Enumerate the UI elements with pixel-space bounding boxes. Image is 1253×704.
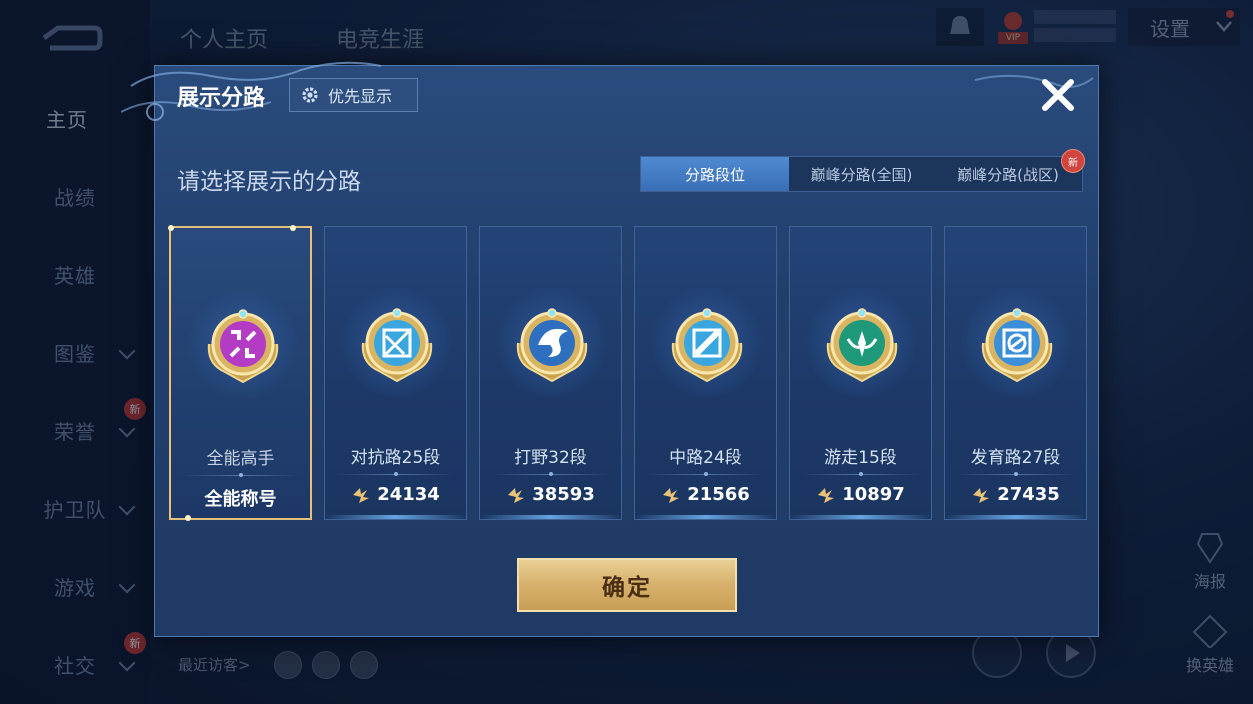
divider bbox=[183, 473, 298, 477]
corner-sparkle bbox=[168, 225, 174, 231]
roam-emblem-icon bbox=[806, 287, 917, 398]
lane-card-value: 10897 bbox=[790, 484, 931, 505]
divider bbox=[492, 472, 609, 476]
divider bbox=[337, 472, 454, 476]
lane-card-title: 全能高手 bbox=[206, 449, 275, 469]
lane-card-title: 发育路27段 bbox=[970, 448, 1061, 468]
combat-power-icon bbox=[508, 487, 525, 503]
lane-card-title: 游走15段 bbox=[824, 448, 897, 468]
lane-card-value-text: 10897 bbox=[842, 484, 905, 505]
divider bbox=[957, 472, 1074, 476]
lane-card-value-text: 38593 bbox=[532, 484, 595, 505]
lane-card-value-text: 27435 bbox=[997, 484, 1060, 505]
lane-display-dialog: 展示分路 优先显示 请选择展示的分路 分路段位 巅峰分路(全国) 巅峰分路(战区… bbox=[121, 61, 1099, 637]
corner-sparkle bbox=[185, 515, 191, 521]
card-glow bbox=[480, 515, 621, 519]
lane-card[interactable]: 中路24段 21566 bbox=[634, 226, 777, 520]
tab-peak-national[interactable]: 巅峰分路(全国) bbox=[789, 157, 934, 191]
card-glow bbox=[635, 515, 776, 519]
tab-lane-rank[interactable]: 分路段位 bbox=[641, 157, 789, 191]
confirm-button[interactable]: 确定 bbox=[517, 558, 737, 612]
cloud-swirl-decoration bbox=[975, 74, 1094, 88]
farm-lane-emblem-icon bbox=[961, 287, 1072, 398]
corner-sparkle bbox=[290, 225, 296, 231]
lane-card-value: 全能称号 bbox=[171, 485, 310, 511]
new-badge: 新 bbox=[1061, 149, 1085, 173]
divider bbox=[647, 472, 764, 476]
lane-card[interactable]: 发育路27段 27435 bbox=[944, 226, 1087, 520]
dialog-title: 展示分路 bbox=[177, 86, 266, 111]
priority-display-button[interactable]: 优先显示 bbox=[289, 78, 418, 112]
lane-card-value: 27435 bbox=[945, 484, 1086, 505]
lane-card-value: 38593 bbox=[480, 484, 621, 505]
combat-power-icon bbox=[353, 487, 370, 503]
lane-card-title: 打野32段 bbox=[514, 448, 587, 468]
lane-card[interactable]: 游走15段 10897 bbox=[789, 226, 932, 520]
jungle-emblem-icon bbox=[496, 287, 607, 398]
clash-lane-emblem-icon bbox=[341, 287, 452, 398]
lane-card-value: 21566 bbox=[635, 484, 776, 505]
close-icon[interactable] bbox=[1039, 76, 1077, 114]
lane-card-value-text: 24134 bbox=[377, 484, 440, 505]
gear-icon bbox=[302, 87, 318, 103]
combat-power-icon bbox=[663, 487, 680, 503]
lane-card[interactable]: 打野32段 38593 bbox=[479, 226, 622, 520]
card-glow bbox=[945, 515, 1086, 519]
all-round-emblem-icon bbox=[187, 288, 298, 399]
divider bbox=[802, 472, 919, 476]
lane-card-value-text: 21566 bbox=[687, 484, 750, 505]
lane-card-title: 中路24段 bbox=[669, 448, 742, 468]
lane-card[interactable]: 对抗路25段 24134 bbox=[324, 226, 467, 520]
lane-card-list: 全能高手 全能称号 对抗路25段 24134 打野32段 38593 中路24段 21566 游… bbox=[168, 225, 1087, 521]
mid-lane-emblem-icon bbox=[651, 287, 762, 398]
priority-display-label: 优先显示 bbox=[328, 87, 393, 106]
card-glow bbox=[790, 515, 931, 519]
lane-tab-group: 分路段位 巅峰分路(全国) 巅峰分路(战区) 新 bbox=[640, 149, 1085, 192]
lane-card-value: 24134 bbox=[325, 484, 466, 505]
card-glow bbox=[325, 515, 466, 519]
lane-card-value-text: 全能称号 bbox=[204, 489, 277, 510]
lane-card[interactable]: 全能高手 全能称号 bbox=[168, 225, 312, 521]
tab-peak-region[interactable]: 巅峰分路(战区) bbox=[934, 157, 1082, 191]
lane-card-title: 对抗路25段 bbox=[350, 448, 441, 468]
combat-power-icon bbox=[973, 487, 990, 503]
combat-power-icon bbox=[818, 487, 835, 503]
dialog-subtitle: 请选择展示的分路 bbox=[177, 169, 361, 195]
